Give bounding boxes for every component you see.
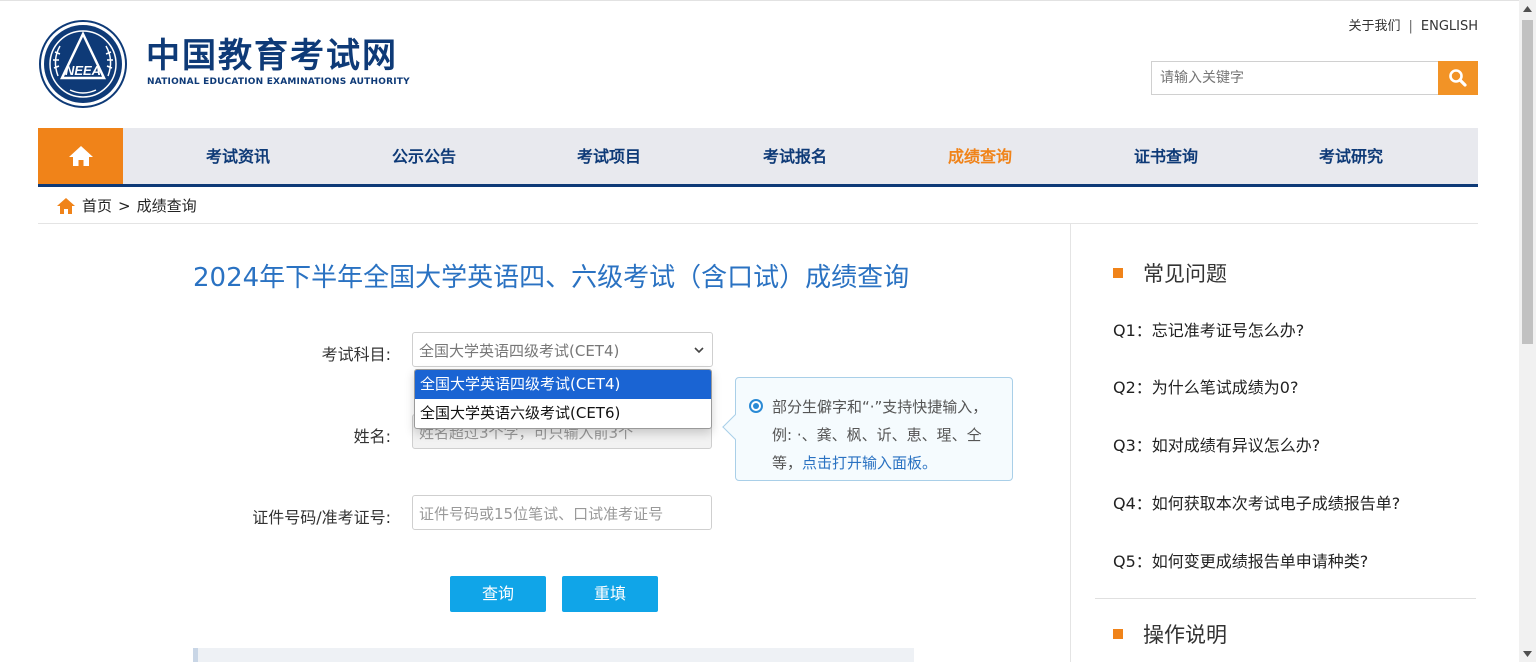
breadcrumb-current: 成绩查询 bbox=[136, 197, 197, 215]
nav-item-announcements[interactable]: 公示公告 bbox=[354, 128, 494, 184]
query-button[interactable]: 查询 bbox=[450, 576, 546, 612]
subject-label: 考试科目: bbox=[321, 345, 391, 364]
breadcrumb-home[interactable]: 首页 bbox=[82, 195, 112, 216]
subject-option-cet6[interactable]: 全国大学英语六级考试(CET6) bbox=[415, 399, 711, 428]
top-links-separator: | bbox=[1408, 19, 1413, 34]
faq-item-2[interactable]: Q2：为什么笔试成绩为0? bbox=[1113, 374, 1298, 398]
square-bullet-icon bbox=[1113, 268, 1123, 278]
subject-select[interactable]: 全国大学英语四级考试(CET4) bbox=[412, 332, 713, 367]
breadcrumb: 首页 > 成绩查询 bbox=[56, 195, 197, 216]
chevron-up-icon bbox=[1523, 5, 1532, 12]
faq-heading-text: 常见问题 bbox=[1143, 262, 1227, 286]
main-nav: 考试资讯 公示公告 考试项目 考试报名 成绩查询 证书查询 考试研究 bbox=[38, 128, 1478, 187]
reset-button[interactable]: 重填 bbox=[562, 576, 658, 612]
home-icon bbox=[68, 146, 93, 166]
nav-item-certificate-query[interactable]: 证书查询 bbox=[1096, 128, 1236, 184]
tip-bullet-icon bbox=[749, 399, 763, 413]
search-button[interactable] bbox=[1438, 61, 1478, 95]
search-input[interactable] bbox=[1151, 61, 1439, 95]
name-label: 姓名: bbox=[353, 427, 391, 446]
instructions-heading-text: 操作说明 bbox=[1143, 623, 1227, 647]
neea-logo[interactable]: NEEA bbox=[38, 20, 128, 108]
about-link[interactable]: 关于我们 bbox=[1348, 15, 1400, 34]
tip-text: 部分生僻字和“·”支持快捷输入，例: ·、龚、枫、䜣、恵、瑆、仝等，点击打开输入… bbox=[772, 398, 988, 472]
divider bbox=[38, 223, 1478, 224]
nav-item-registration[interactable]: 考试报名 bbox=[725, 128, 865, 184]
scroll-down-button[interactable] bbox=[1519, 645, 1536, 662]
id-label: 证件号码/准考证号: bbox=[252, 508, 391, 527]
brand-title[interactable]: 中国教育考试网 bbox=[146, 36, 398, 76]
divider bbox=[1095, 598, 1476, 599]
breadcrumb-separator: > bbox=[118, 196, 131, 215]
id-number-input[interactable]: 证件号码或15位笔试、口试准考证号 bbox=[412, 495, 712, 530]
faq-item-5[interactable]: Q5：如何变更成绩报告单申请种类? bbox=[1113, 548, 1368, 572]
chevron-down-icon bbox=[1523, 650, 1532, 657]
svg-text:NEEA: NEEA bbox=[65, 63, 101, 78]
subject-select-value: 全国大学英语四级考试(CET4) bbox=[419, 342, 620, 360]
faq-item-3[interactable]: Q3：如对成绩有异议怎么办? bbox=[1113, 432, 1320, 456]
brand-subtitle: NATIONAL EDUCATION EXAMINATIONS AUTHORIT… bbox=[147, 77, 410, 87]
tip-arrow bbox=[722, 414, 748, 440]
instructions-heading: 操作说明 bbox=[1113, 619, 1227, 649]
page-title: 2024年下半年全国大学英语四、六级考试（含口试）成绩查询 bbox=[193, 263, 910, 293]
faq-item-4[interactable]: Q4：如何获取本次考试电子成绩报告单? bbox=[1113, 490, 1400, 514]
divider bbox=[1070, 224, 1071, 662]
home-icon bbox=[57, 197, 75, 214]
nav-item-exam-research[interactable]: 考试研究 bbox=[1281, 128, 1421, 184]
scroll-up-button[interactable] bbox=[1519, 0, 1536, 17]
rare-char-tip: 部分生僻字和“·”支持快捷输入，例: ·、龚、枫、䜣、恵、瑆、仝等，点击打开输入… bbox=[722, 377, 1013, 481]
nav-item-exam-news[interactable]: 考试资讯 bbox=[168, 128, 308, 184]
english-link[interactable]: ENGLISH bbox=[1421, 19, 1478, 34]
search-box bbox=[1151, 61, 1478, 95]
top-links: 关于我们 | ENGLISH bbox=[1348, 15, 1478, 34]
square-bullet-icon bbox=[1113, 629, 1123, 639]
nav-item-exam-projects[interactable]: 考试项目 bbox=[539, 128, 679, 184]
top-strip bbox=[0, 0, 1536, 1]
search-icon bbox=[1449, 69, 1467, 87]
open-input-panel-link[interactable]: 点击打开输入面板。 bbox=[802, 454, 937, 472]
faq-heading: 常见问题 bbox=[1113, 258, 1227, 288]
subject-option-cet4[interactable]: 全国大学英语四级考试(CET4) bbox=[415, 370, 711, 399]
nav-home-button[interactable] bbox=[38, 128, 123, 184]
faq-item-1[interactable]: Q1：忘记准考证号怎么办? bbox=[1113, 317, 1304, 341]
nav-item-score-query[interactable]: 成绩查询 bbox=[910, 128, 1050, 184]
chevron-down-icon bbox=[694, 347, 704, 354]
subject-dropdown: 全国大学英语四级考试(CET4) 全国大学英语六级考试(CET6) bbox=[414, 369, 712, 429]
notice-panel bbox=[193, 648, 914, 662]
page-scrollbar[interactable] bbox=[1519, 0, 1536, 662]
scroll-thumb[interactable] bbox=[1522, 20, 1533, 344]
